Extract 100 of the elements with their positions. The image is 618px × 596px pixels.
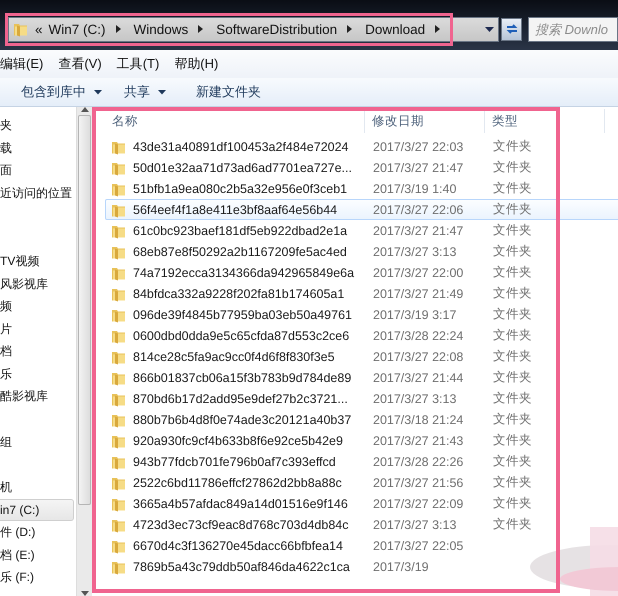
file-type: 文件夹 bbox=[492, 496, 532, 510]
breadcrumb-arrow-icon bbox=[114, 24, 122, 34]
file-row[interactable]: 7869b5a43c79ddb50af846da4622c1ca 2017/3/19 bbox=[105, 556, 618, 577]
file-row[interactable]: 56f4eef4f1a8e411e3bf8aaf64e56b44 2017/3/27 22:06 文件夹 bbox=[105, 199, 618, 220]
folder-icon bbox=[13, 21, 29, 37]
refresh-button[interactable] bbox=[501, 18, 522, 40]
breadcrumb-item[interactable]: Download bbox=[365, 22, 426, 36]
file-type: 文件夹 bbox=[492, 475, 532, 489]
file-name: 4723d3ec73cf9eac8d768c703d4db84c bbox=[133, 518, 348, 532]
file-row[interactable]: 0600dbd0dda9e5c65cfda87d553c2ce6 2017/3/28 22:24 文件夹 bbox=[105, 325, 618, 346]
file-row[interactable]: 61c0bc923baef181df5eb922dbad2e1a 2017/3/27 21:47 文件夹 bbox=[105, 220, 618, 241]
file-name: 0600dbd0dda9e5c65cfda87d553c2ce6 bbox=[133, 328, 350, 342]
refresh-icon bbox=[504, 22, 519, 36]
nav-item[interactable]: 组 bbox=[0, 430, 76, 453]
file-name: 880b7b6b4d8f0e74ade3c20121a40b37 bbox=[133, 412, 352, 426]
nav-item[interactable]: 乐 (F:) bbox=[0, 566, 76, 588]
file-type: 文件夹 bbox=[492, 286, 532, 300]
nav-item[interactable]: 夹 bbox=[0, 114, 76, 136]
file-type: 文件夹 bbox=[492, 244, 532, 258]
nav-item[interactable]: 面 bbox=[0, 159, 76, 182]
column-header[interactable]: 类型 bbox=[485, 109, 605, 133]
file-name: 814ce28c5fa9ac9cc0f4d6f8f830f3e5 bbox=[133, 350, 335, 364]
overflow-chevron[interactable]: « bbox=[35, 22, 43, 36]
file-row[interactable]: 870bd6b17d2add95e9def27b2c3721... 2017/3/27 3:13 文件夹 bbox=[105, 388, 618, 409]
nav-item[interactable]: 载 bbox=[0, 136, 76, 159]
modified-date: 2017/3/27 22:05 bbox=[372, 538, 464, 552]
file-row[interactable]: 920a930fc9cf4b633b8f6e92ce5b42e9 2017/3/27 21:43 文件夹 bbox=[105, 430, 618, 451]
file-row[interactable]: 6670d4c3f136270e45dacc66bfbfea14 2017/3/27 22:05 bbox=[105, 535, 618, 556]
file-row[interactable]: 866b01837cb06a15f3b783b9d784de89 2017/3/27 21:44 文件夹 bbox=[105, 367, 618, 388]
file-row[interactable]: 4723d3ec73cf9eac8d768c703d4db84c 2017/3/27 3:13 文件夹 bbox=[105, 514, 618, 535]
file-row[interactable]: 51bfb1a9ea080c2b5a32e956e0f3ceb1 2017/3/19 1:40 文件夹 bbox=[105, 178, 618, 199]
modified-date: 2017/3/27 22:03 bbox=[372, 140, 464, 154]
file-name: 870bd6b17d2add95e9def27b2c3721... bbox=[133, 392, 348, 406]
nav-item[interactable]: 档 (E:) bbox=[0, 544, 76, 566]
file-name: 096de39f4845b77959ba03eb50a49761 bbox=[133, 308, 352, 322]
file-name: 56f4eef4f1a8e411e3bf8aaf64e56b44 bbox=[133, 202, 338, 216]
column-header[interactable]: 修改日期 bbox=[365, 109, 485, 133]
column-header[interactable]: 名称 bbox=[105, 109, 365, 133]
nav-item[interactable]: 酷影视库 bbox=[0, 385, 76, 408]
nav-item[interactable]: 机 bbox=[0, 476, 76, 498]
file-row[interactable]: 880b7b6b4d8f0e74ade3c20121a40b37 2017/3/18 21:24 文件夹 bbox=[105, 409, 618, 430]
file-row[interactable]: 2522c6bd11786effcf27862d2bb8a88c 2017/3/27 21:56 文件夹 bbox=[105, 472, 618, 493]
modified-date: 2017/3/27 3:13 bbox=[372, 244, 456, 258]
breadcrumb-item[interactable]: Windows bbox=[134, 22, 188, 36]
file-type: 文件夹 bbox=[492, 517, 532, 531]
address-bar[interactable]: « Win7 (C:) Windows SoftwareDistribution Download bbox=[8, 16, 500, 42]
file-row[interactable]: 84bfdca332a9228f202fa81b174605a1 2017/3/27 21:49 文件夹 bbox=[105, 283, 618, 304]
nav-item[interactable]: 档 bbox=[0, 340, 76, 362]
file-type: 文件夹 bbox=[492, 412, 532, 426]
nav-item[interactable]: TV视频 bbox=[0, 250, 76, 272]
modified-date: 2017/3/27 22:08 bbox=[372, 350, 464, 364]
modified-date: 2017/3/19 bbox=[372, 560, 429, 574]
toolbar-button[interactable]: 新建文件夹 bbox=[189, 80, 268, 104]
file-type: 文件夹 bbox=[492, 391, 532, 405]
modified-date: 2017/3/27 3:13 bbox=[372, 392, 456, 406]
nav-item[interactable]: 风影视库 bbox=[0, 272, 76, 295]
scroll-thumb[interactable] bbox=[78, 115, 92, 505]
toolbar-button[interactable]: 包含到库中 bbox=[14, 80, 109, 104]
file-type: 文件夹 bbox=[492, 223, 532, 237]
menu-item[interactable]: 工具(T) bbox=[116, 55, 160, 73]
modified-date: 2017/3/27 22:06 bbox=[372, 202, 464, 216]
modified-date: 2017/3/28 22:26 bbox=[372, 454, 464, 468]
file-name: 866b01837cb06a15f3b783b9d784de89 bbox=[133, 370, 352, 384]
file-row[interactable]: 096de39f4845b77959ba03eb50a49761 2017/3/19 3:17 文件夹 bbox=[105, 304, 618, 325]
nav-item[interactable]: in7 (C:) bbox=[0, 498, 74, 521]
nav-item[interactable]: 近访问的位置 bbox=[0, 182, 76, 204]
scroll-down-icon bbox=[80, 591, 89, 596]
menu-item[interactable]: 帮助(H) bbox=[174, 55, 218, 73]
scrollbar[interactable] bbox=[76, 107, 92, 596]
breadcrumb-item[interactable]: Win7 (C:) bbox=[48, 22, 106, 36]
file-name: 6670d4c3f136270e45dacc66bfbfea14 bbox=[133, 538, 343, 552]
breadcrumb-item[interactable]: SoftwareDistribution bbox=[216, 22, 338, 36]
file-type: 文件夹 bbox=[492, 265, 532, 279]
file-type: 文件夹 bbox=[492, 202, 532, 216]
file-name: 74a7192ecca3134366da942965849e6a bbox=[133, 266, 354, 280]
search-field[interactable]: 搜索 Downlo bbox=[528, 16, 618, 42]
file-row[interactable]: 50d01e32aa71d73ad6ad7701ea727e... 2017/3/27 21:47 文件夹 bbox=[105, 157, 618, 178]
dropdown-arrow-icon bbox=[485, 26, 494, 32]
file-type: 文件夹 bbox=[492, 349, 532, 363]
nav-item[interactable]: 片 bbox=[0, 318, 76, 340]
file-row[interactable]: 74a7192ecca3134366da942965849e6a 2017/3/27 22:00 文件夹 bbox=[105, 262, 618, 283]
file-row[interactable]: 68eb87e8f50292a2b1167209fe5ac4ed 2017/3/27 3:13 文件夹 bbox=[105, 241, 618, 262]
modified-date: 2017/3/27 21:43 bbox=[372, 434, 464, 448]
file-row[interactable]: 43de31a40891df100453a2f484e72024 2017/3/27 22:03 文件夹 bbox=[105, 136, 618, 157]
file-name: 51bfb1a9ea080c2b5a32e956e0f3ceb1 bbox=[133, 182, 348, 196]
modified-date: 2017/3/27 21:56 bbox=[372, 476, 464, 490]
file-row[interactable]: 814ce28c5fa9ac9cc0f4d6f8f830f3e5 2017/3/27 22:08 文件夹 bbox=[105, 346, 618, 367]
nav-item[interactable]: 频 bbox=[0, 295, 76, 318]
file-type: 文件夹 bbox=[492, 454, 532, 468]
nav-item[interactable]: 乐 bbox=[0, 362, 76, 385]
nav-item[interactable]: 件 (D:) bbox=[0, 521, 76, 544]
file-type: 文件夹 bbox=[492, 139, 532, 153]
file-row[interactable]: 943b77fdcb701fe796b0af7c393effcd 2017/3/28 22:26 文件夹 bbox=[105, 451, 618, 472]
file-row[interactable]: 3665a4b57afdac849a14d01516e9f146 2017/3/27 22:09 文件夹 bbox=[105, 493, 618, 514]
menu-item[interactable]: 编辑(E) bbox=[0, 55, 44, 73]
menu-item[interactable]: 查看(V) bbox=[58, 55, 102, 73]
file-type: 文件夹 bbox=[492, 328, 532, 342]
toolbar-button[interactable]: 共享 bbox=[117, 80, 173, 104]
file-type: 文件夹 bbox=[492, 433, 532, 447]
breadcrumb-arrow-icon bbox=[197, 24, 204, 34]
